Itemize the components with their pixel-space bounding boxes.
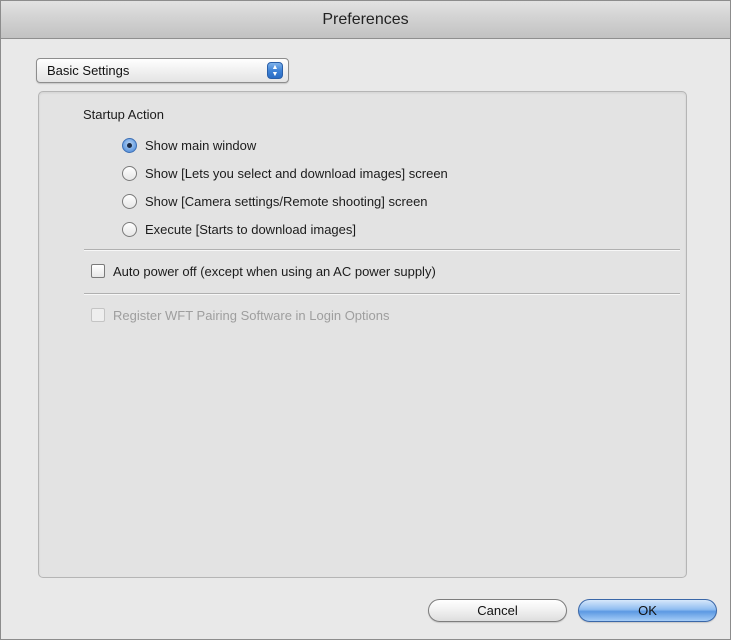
radio-show-camera-settings-screen[interactable]: Show [Camera settings/Remote shooting] s… (122, 192, 428, 210)
divider (84, 249, 680, 251)
radio-label: Show main window (145, 137, 257, 153)
register-wft-label: Register WFT Pairing Software in Login O… (113, 307, 390, 323)
ok-button[interactable]: OK (578, 599, 717, 622)
radio-button-selected[interactable] (122, 137, 137, 153)
radio-button[interactable] (122, 193, 137, 209)
radio-label: Execute [Starts to download images] (145, 221, 357, 237)
radio-execute-download[interactable]: Execute [Starts to download images] (122, 220, 356, 238)
preferences-window: Preferences Basic Settings ▲ ▼ Startup Ac… (0, 0, 731, 640)
auto-power-off-checkbox[interactable] (91, 264, 105, 278)
register-wft-checkbox (91, 308, 105, 322)
category-popup-label: Basic Settings (47, 63, 130, 78)
radio-show-main-window[interactable]: Show main window (122, 136, 256, 154)
radio-label: Show [Lets you select and download image… (145, 165, 448, 181)
divider (84, 293, 680, 295)
register-wft-option: Register WFT Pairing Software in Login O… (91, 306, 390, 324)
radio-button[interactable] (122, 221, 137, 237)
auto-power-off-label: Auto power off (except when using an AC … (113, 263, 436, 279)
radio-show-download-screen[interactable]: Show [Lets you select and download image… (122, 164, 448, 182)
radio-button[interactable] (122, 165, 137, 181)
updown-arrows-icon: ▲ ▼ (267, 62, 283, 79)
startup-action-title: Startup Action (83, 107, 164, 122)
category-popup[interactable]: Basic Settings ▲ ▼ (36, 58, 289, 83)
radio-label: Show [Camera settings/Remote shooting] s… (145, 193, 428, 209)
window-title: Preferences (1, 1, 730, 39)
auto-power-off-option[interactable]: Auto power off (except when using an AC … (91, 262, 436, 280)
cancel-button[interactable]: Cancel (428, 599, 567, 622)
